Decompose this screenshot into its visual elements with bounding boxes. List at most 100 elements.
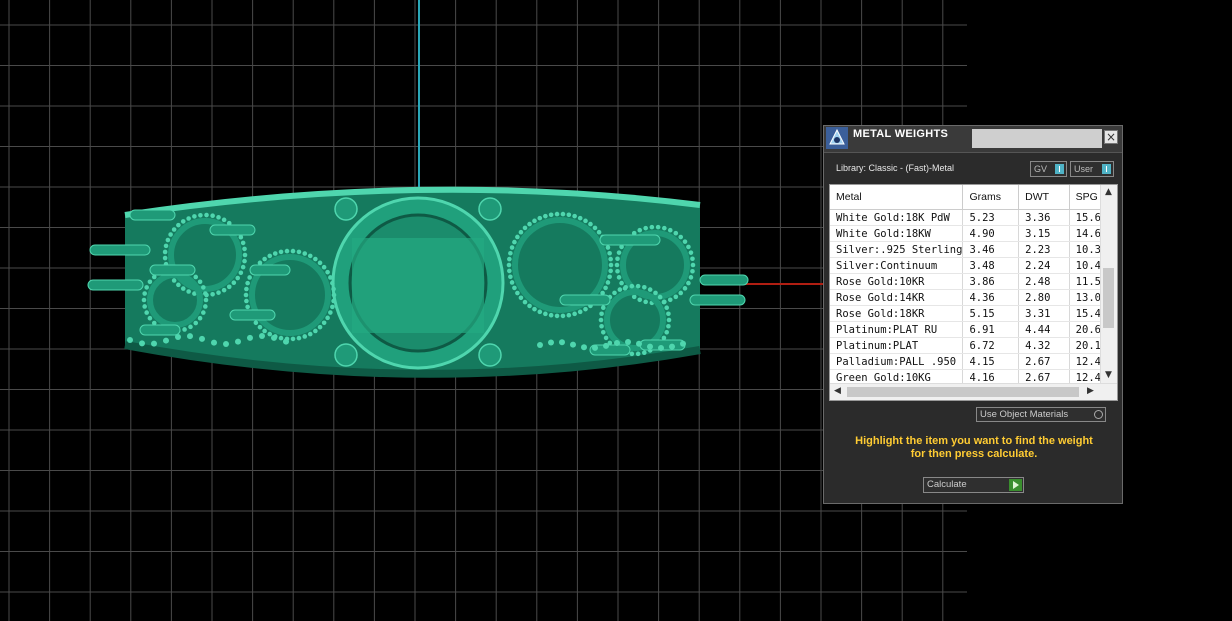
grams-cell: 3.86 (962, 273, 1020, 290)
bead (216, 215, 221, 220)
metal-cell: Platinum:PLAT (830, 337, 964, 354)
bead (643, 225, 648, 231)
bead (608, 268, 613, 274)
panel-titlebar[interactable]: METAL WEIGHTS × (824, 126, 1122, 153)
bead (262, 328, 267, 334)
bead (631, 294, 637, 300)
table-row[interactable]: Rose Gold:10KR 3.86 2.48 11.54 (830, 273, 1117, 290)
vertical-scroll-thumb[interactable] (1103, 268, 1114, 328)
filigree-peg (599, 234, 661, 246)
bead (151, 340, 157, 347)
scroll-down-icon[interactable]: ▼ (1105, 370, 1112, 380)
close-icon[interactable]: × (1104, 130, 1118, 144)
bead (605, 280, 611, 285)
scroll-left-icon[interactable]: ◀ (834, 386, 841, 396)
bead (180, 219, 186, 224)
bead (527, 303, 532, 309)
bead (168, 232, 173, 237)
bead (144, 310, 149, 315)
bead (240, 264, 246, 270)
panel-title: METAL WEIGHTS (853, 128, 949, 140)
bead (302, 334, 308, 339)
dwt-cell: 3.31 (1018, 305, 1070, 322)
metal-table[interactable]: Metal Grams DWT SPG White Gold:18K PdW 5.… (829, 184, 1118, 401)
metal-cell: Platinum:PLAT RU (830, 321, 964, 338)
horizontal-scrollbar[interactable]: ◀ ▶ (830, 383, 1117, 400)
bead (512, 239, 517, 245)
bead (290, 336, 296, 342)
bead (296, 249, 302, 255)
bead (331, 286, 336, 292)
bead (680, 340, 686, 347)
bead (197, 279, 203, 285)
bead (543, 213, 548, 219)
bead (171, 227, 177, 232)
scroll-up-icon[interactable]: ▲ (1105, 187, 1112, 197)
use-object-materials-option[interactable]: Use Object Materials (976, 407, 1106, 422)
gv-toggle[interactable]: GV (1030, 161, 1067, 177)
dwt-cell: 3.36 (1018, 209, 1070, 226)
bead (204, 212, 209, 218)
bead (642, 284, 647, 290)
column-header-metal[interactable]: Metal (830, 185, 964, 210)
bead (321, 320, 327, 326)
bead (554, 313, 560, 319)
bead (296, 335, 302, 341)
bead (245, 304, 250, 310)
table-row[interactable]: White Gold:18K PdW 5.23 3.36 15.65 (830, 209, 1117, 226)
bead (278, 335, 284, 341)
bead (142, 304, 147, 309)
bead (615, 268, 620, 274)
table-row[interactable]: White Gold:18KW 4.90 3.15 14.66 (830, 225, 1117, 242)
table-row[interactable]: Silver:.925 Sterling 3.46 2.23 10.36 (830, 241, 1117, 258)
instruction-text: Highlight the item you want to find the … (834, 435, 1114, 461)
bead (509, 245, 515, 250)
user-toggle[interactable]: User (1070, 161, 1114, 177)
column-header-grams[interactable]: Grams (962, 185, 1020, 210)
bead (243, 292, 249, 298)
calculate-button[interactable]: Calculate (923, 477, 1024, 493)
bead (223, 340, 229, 347)
bead (600, 305, 606, 311)
bead (162, 249, 168, 255)
bead (176, 222, 181, 228)
horizontal-scroll-thumb[interactable] (847, 387, 1079, 397)
library-label: Library: Classic - (Fast)-Metal (836, 163, 955, 173)
bead (508, 250, 513, 256)
bead (328, 310, 333, 315)
table-row[interactable]: Platinum:PLAT RU 6.91 4.44 20.66 (830, 321, 1117, 338)
radio-icon[interactable] (1094, 410, 1103, 419)
bead (142, 291, 147, 296)
bead (171, 278, 177, 283)
bead (667, 297, 673, 303)
bead (664, 329, 670, 335)
bead (226, 284, 232, 290)
bead (554, 211, 560, 217)
bead (636, 340, 642, 347)
bead (607, 274, 612, 280)
bead (635, 351, 641, 357)
bead (139, 340, 145, 347)
bead (515, 290, 520, 296)
grams-cell: 4.36 (962, 289, 1020, 306)
bead (509, 280, 515, 285)
table-row[interactable]: Silver:Continuum 3.48 2.24 10.40 (830, 257, 1117, 274)
bead (242, 258, 247, 264)
bead (307, 331, 313, 337)
table-row[interactable]: Platinum:PLAT 6.72 4.32 20.10 (830, 337, 1117, 354)
table-row[interactable]: Rose Gold:14KR 4.36 2.80 13.03 (830, 289, 1117, 306)
bead (566, 312, 572, 318)
table-row[interactable]: Palladium:PALL .950 4.15 2.67 12.40 (830, 353, 1117, 370)
bead (666, 317, 672, 323)
scroll-right-icon[interactable]: ▶ (1087, 386, 1094, 396)
vertical-scrollbar[interactable]: ▲ ▼ (1100, 185, 1117, 384)
metal-cell: White Gold:18K PdW (830, 209, 964, 226)
column-header-dwt[interactable]: DWT (1018, 185, 1070, 210)
bead (616, 275, 622, 280)
bead (321, 264, 327, 270)
bead (592, 225, 598, 231)
bead (653, 290, 658, 296)
bead (147, 315, 153, 321)
table-row[interactable]: Rose Gold:18KR 5.15 3.31 15.41 (830, 305, 1117, 322)
bead (537, 309, 543, 315)
